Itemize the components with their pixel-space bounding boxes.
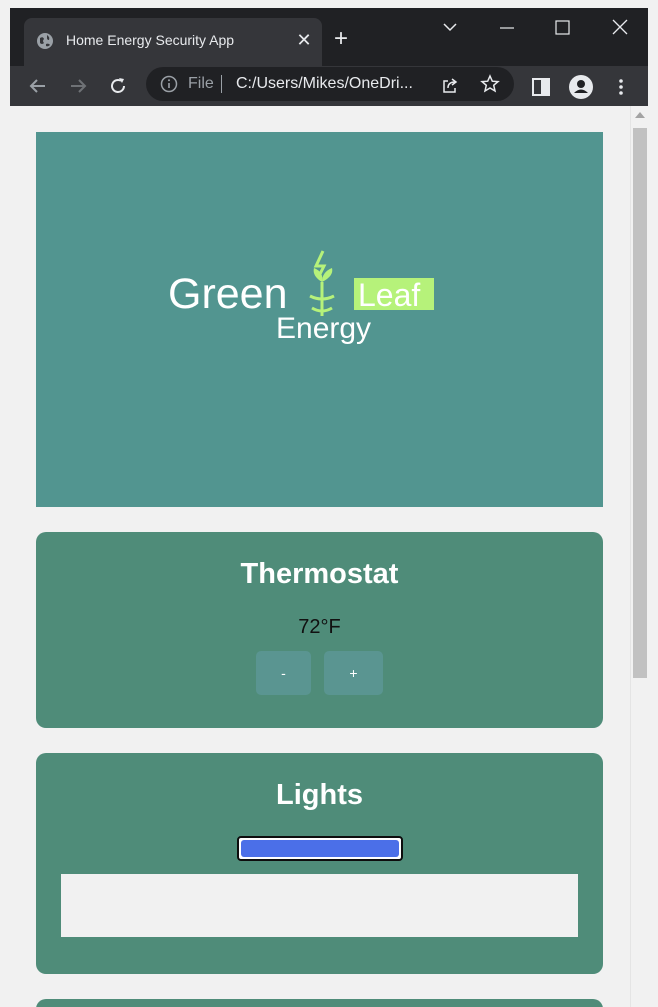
close-window-icon[interactable] bbox=[600, 14, 640, 42]
logo-word-energy: Energy bbox=[276, 312, 371, 345]
thermostat-title: Thermostat bbox=[240, 558, 399, 590]
lights-panel bbox=[61, 874, 578, 937]
lights-title: Lights bbox=[276, 779, 363, 811]
maximize-icon[interactable] bbox=[542, 14, 582, 42]
tab-title: Home Energy Security App bbox=[66, 32, 235, 48]
scroll-thumb[interactable] bbox=[633, 128, 647, 678]
scroll-up-arrow-icon[interactable] bbox=[635, 112, 645, 118]
decrease-temperature-button[interactable]: - bbox=[256, 651, 311, 695]
increase-temperature-button[interactable]: + bbox=[324, 651, 383, 695]
new-tab-button[interactable]: + bbox=[328, 27, 354, 53]
page-viewport: Green Leaf Energy Thermostat 72°F - + Li… bbox=[10, 106, 648, 1007]
address-bar[interactable]: File C:/Users/Mikes/OneDri... bbox=[146, 67, 514, 101]
side-panel-icon[interactable] bbox=[530, 76, 552, 98]
more-menu-icon[interactable] bbox=[610, 76, 632, 98]
close-tab-icon[interactable]: ✕ bbox=[292, 28, 316, 52]
share-icon[interactable] bbox=[440, 75, 460, 95]
hero-banner: Green Leaf Energy bbox=[36, 132, 603, 507]
logo-word-leaf: Leaf bbox=[358, 277, 420, 313]
vertical-scrollbar[interactable] bbox=[630, 106, 648, 1007]
url-scheme-label: File bbox=[188, 75, 214, 92]
url-text[interactable]: C:/Users/Mikes/OneDri... bbox=[236, 75, 413, 93]
minimize-icon[interactable] bbox=[486, 14, 526, 42]
slider-fill bbox=[241, 840, 399, 857]
forward-arrow-icon[interactable] bbox=[66, 74, 90, 98]
brightness-slider[interactable] bbox=[237, 836, 403, 861]
browser-window: Home Energy Security App ✕ + File C:/Use… bbox=[10, 8, 648, 1007]
reload-icon[interactable] bbox=[106, 74, 130, 98]
tab-search-icon[interactable] bbox=[430, 14, 470, 42]
profile-avatar-icon[interactable] bbox=[568, 74, 594, 100]
back-arrow-icon[interactable] bbox=[26, 74, 50, 98]
green-leaf-energy-logo: Green Leaf Energy bbox=[168, 250, 434, 345]
title-bar: Home Energy Security App ✕ + bbox=[10, 8, 648, 66]
bookmark-star-icon[interactable] bbox=[480, 74, 500, 94]
browser-tab[interactable]: Home Energy Security App ✕ bbox=[24, 18, 322, 66]
thermostat-card: Thermostat 72°F - + bbox=[36, 532, 603, 728]
next-card bbox=[36, 999, 603, 1007]
globe-icon bbox=[37, 33, 53, 49]
browser-toolbar: File C:/Users/Mikes/OneDri... bbox=[10, 66, 648, 106]
lights-card: Lights bbox=[36, 753, 603, 974]
url-separator bbox=[221, 75, 222, 93]
info-icon[interactable] bbox=[160, 75, 178, 93]
logo-word-green: Green bbox=[168, 270, 288, 318]
thermostat-temperature: 72°F bbox=[298, 616, 341, 638]
